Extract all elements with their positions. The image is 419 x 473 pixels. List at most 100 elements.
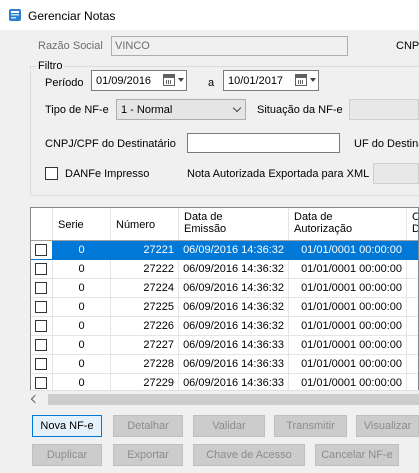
horizontal-scrollbar[interactable] <box>30 390 419 407</box>
header-extra-line2: D <box>412 223 418 235</box>
exportada-xml-select[interactable] <box>373 163 419 184</box>
table-row[interactable]: 0 27228 06/09/2016 14:36:33 01/01/0001 00:0… <box>31 355 418 374</box>
cell-extra <box>407 355 418 374</box>
exportar-button[interactable]: Exportar <box>113 444 183 466</box>
cell-extra <box>407 317 418 336</box>
cell-data-emissao: 06/09/2016 14:36:32 <box>179 241 289 260</box>
cell-data-autorizacao: 01/01/0001 00:00:00 <box>289 336 407 355</box>
cell-data-autorizacao: 01/01/0001 00:00:00 <box>289 298 407 317</box>
cell-serie: 0 <box>53 241 111 260</box>
calendar-icon[interactable] <box>295 74 307 86</box>
chave-de-acesso-button[interactable]: Chave de Acesso <box>193 444 305 466</box>
header-serie[interactable]: Serie <box>53 208 111 240</box>
cell-extra <box>407 241 418 260</box>
header-extra-column[interactable]: C D <box>407 208 418 240</box>
cell-select[interactable] <box>31 336 53 355</box>
notes-grid[interactable]: Serie Número Data de Emissão Data de Aut… <box>30 207 419 407</box>
window-title: Gerenciar Notas <box>28 9 116 23</box>
row-checkbox[interactable] <box>35 282 47 294</box>
cell-numero: 27228 <box>111 355 179 374</box>
header-select-column <box>31 208 53 240</box>
scroll-left-icon[interactable] <box>30 394 40 404</box>
cell-select[interactable] <box>31 298 53 317</box>
table-row[interactable]: 0 27225 06/09/2016 14:36:32 01/01/0001 00:0… <box>31 298 418 317</box>
nova-nfe-button[interactable]: Nova NF-e <box>32 415 102 437</box>
tipo-nfe-select[interactable]: 1 - Normal <box>116 99 246 120</box>
situacao-nfe-select[interactable] <box>349 99 419 120</box>
cell-data-autorizacao: 01/01/0001 00:00:00 <box>289 279 407 298</box>
detalhar-button[interactable]: Detalhar <box>113 415 183 437</box>
cell-extra <box>407 336 418 355</box>
razao-social-label: Razão Social <box>38 40 103 52</box>
table-row[interactable]: 0 27224 06/09/2016 14:36:32 01/01/0001 00:0… <box>31 279 418 298</box>
title-bar: Gerenciar Notas <box>0 0 419 30</box>
situacao-nfe-label: Situação da NF-e <box>257 104 343 116</box>
row-checkbox[interactable] <box>35 358 47 370</box>
header-data-emissao[interactable]: Data de Emissão <box>179 208 289 240</box>
row-checkbox[interactable] <box>35 263 47 275</box>
cell-numero: 27226 <box>111 317 179 336</box>
header-data-emissao-line2: Emissão <box>184 223 227 235</box>
header-data-emissao-line1: Data de <box>184 211 223 223</box>
date-separator-label: a <box>208 77 215 89</box>
cnpj-emitente-label: CNP <box>396 40 419 52</box>
periodo-label: Período <box>45 77 84 89</box>
row-checkbox[interactable] <box>35 320 47 332</box>
cell-serie: 0 <box>53 298 111 317</box>
transmitir-button[interactable]: Transmitir <box>274 415 347 437</box>
visualizar-button[interactable]: Visualizar <box>356 415 419 437</box>
chevron-down-icon <box>232 103 242 113</box>
cell-numero: 27227 <box>111 336 179 355</box>
cell-numero: 27221 <box>111 241 179 260</box>
cell-data-autorizacao: 01/01/0001 00:00:00 <box>289 355 407 374</box>
row-checkbox[interactable] <box>35 339 47 351</box>
row-checkbox[interactable] <box>35 244 47 256</box>
cell-select[interactable] <box>31 317 53 336</box>
calendar-icon[interactable] <box>163 74 175 86</box>
validar-button[interactable]: Validar <box>193 415 265 437</box>
header-extra-line1: C <box>412 211 418 223</box>
tipo-nfe-label: Tipo de NF-e <box>45 104 109 116</box>
date-from-picker[interactable]: 01/09/2016 <box>91 70 187 91</box>
cell-numero: 27222 <box>111 260 179 279</box>
cnpj-destinatario-input[interactable] <box>187 133 340 153</box>
row-checkbox[interactable] <box>35 301 47 313</box>
cell-data-emissao: 06/09/2016 14:36:32 <box>179 260 289 279</box>
header-numero[interactable]: Número <box>111 208 179 240</box>
cell-select[interactable] <box>31 355 53 374</box>
date-to-picker[interactable]: 10/01/2017 <box>223 70 319 91</box>
scroll-thumb[interactable] <box>48 394 419 405</box>
header-data-autorizacao-line2: Autorização <box>294 223 353 235</box>
cell-serie: 0 <box>53 260 111 279</box>
header-data-autorizacao[interactable]: Data de Autorização <box>289 208 407 240</box>
cell-select[interactable] <box>31 279 53 298</box>
tipo-nfe-value: 1 - Normal <box>121 104 173 116</box>
duplicar-button[interactable]: Duplicar <box>32 444 102 466</box>
razao-social-field[interactable]: VINCO <box>111 36 348 56</box>
table-row[interactable]: 0 27226 06/09/2016 14:36:32 01/01/0001 00:0… <box>31 317 418 336</box>
table-row[interactable]: 0 27222 06/09/2016 14:36:32 01/01/0001 00:0… <box>31 260 418 279</box>
cancelar-nfe-button[interactable]: Cancelar NF-e <box>315 444 399 466</box>
cell-extra <box>407 279 418 298</box>
cell-serie: 0 <box>53 336 111 355</box>
cell-numero: 27225 <box>111 298 179 317</box>
cell-numero: 27224 <box>111 279 179 298</box>
danfe-impresso-label: DANFe Impresso <box>65 168 150 180</box>
date-from-value: 01/09/2016 <box>96 75 152 87</box>
table-row[interactable]: 0 27227 06/09/2016 14:36:33 01/01/0001 00:0… <box>31 336 418 355</box>
cell-select[interactable] <box>31 241 53 260</box>
row-checkbox[interactable] <box>35 377 47 389</box>
cell-select[interactable] <box>31 260 53 279</box>
table-row[interactable]: 0 27221 06/09/2016 14:36:32 01/01/0001 00:0… <box>31 241 418 260</box>
dropdown-arrow-icon[interactable] <box>310 78 316 82</box>
dropdown-arrow-icon[interactable] <box>178 78 184 82</box>
exportada-xml-label: Nota Autorizada Exportada para XML <box>187 168 370 180</box>
danfe-impresso-checkbox[interactable] <box>45 167 58 180</box>
cell-data-emissao: 06/09/2016 14:36:32 <box>179 298 289 317</box>
date-to-value: 10/01/2017 <box>228 75 284 87</box>
cnpj-destinatario-label: CNPJ/CPF do Destinatário <box>45 138 176 150</box>
cell-data-emissao: 06/09/2016 14:36:32 <box>179 317 289 336</box>
cell-extra <box>407 298 418 317</box>
cell-data-emissao: 06/09/2016 14:36:32 <box>179 279 289 298</box>
cell-data-autorizacao: 01/01/0001 00:00:00 <box>289 317 407 336</box>
